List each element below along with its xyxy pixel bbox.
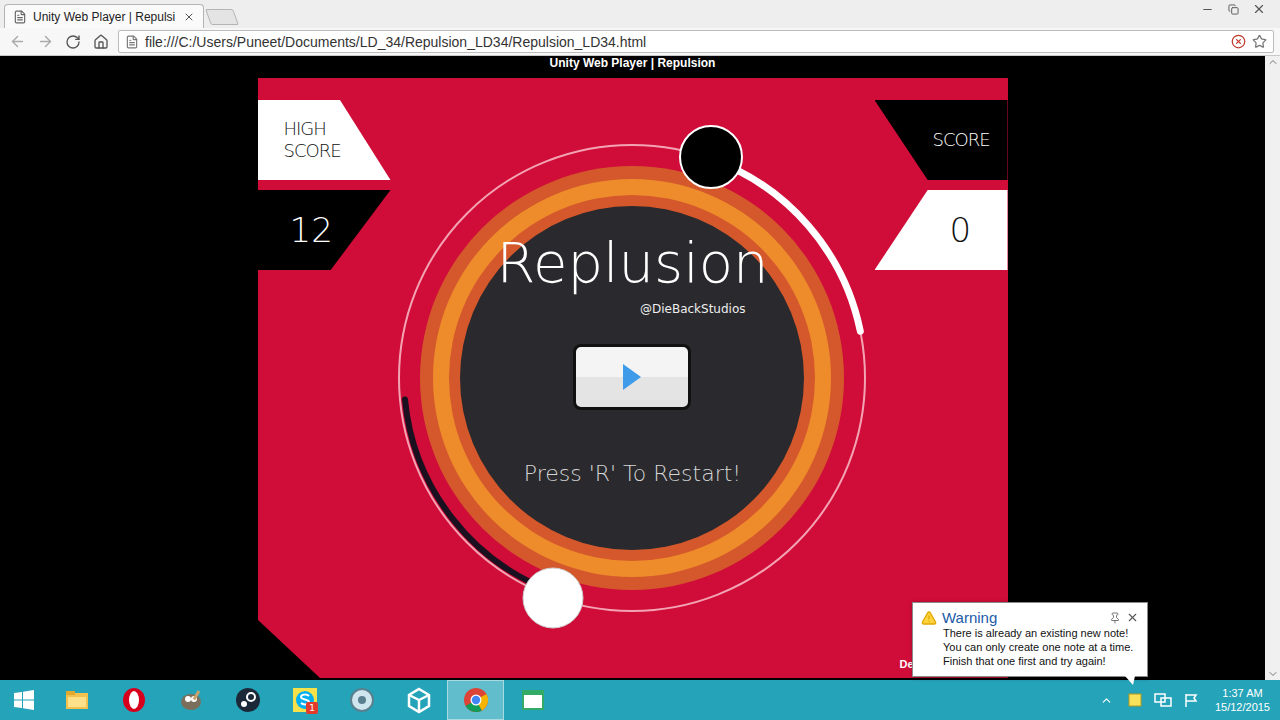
page-icon [13,10,27,24]
game-credit: @DieBackStudios [640,301,746,317]
opera-icon [120,686,148,714]
taskbar-app[interactable]: 1 [276,680,333,720]
window-controls [1194,0,1280,18]
clock-time: 1:37 AM [1222,686,1262,700]
forward-arrow-icon [37,33,54,50]
scroll-down-icon[interactable] [1267,668,1279,680]
title-bar: Unity Web Player | Repulsi [0,0,1280,28]
home-icon [93,34,109,50]
high-score-label: HIGH [258,118,326,140]
game-title: Replusion [258,230,1008,296]
clock[interactable]: 1:37 AM15/12/2015 [1209,686,1280,714]
minimize-button[interactable] [1194,0,1220,18]
screen: Unity Web Player | Repulsi file:///C:/Use… [0,0,1280,720]
page-content: Unity Web Player | RepulsionHIGHSCORE12S… [0,56,1265,680]
notification-line: You can only create one note at a time. [921,640,1139,654]
sticky-note-icon [1127,692,1143,708]
notification-header: Warning [921,609,1139,626]
address-bar[interactable]: file:///C:/Users/Puneet/Documents/LD_34/… [118,30,1274,53]
bookmark-star-icon[interactable] [1252,34,1267,49]
taskbar-app[interactable] [390,680,447,720]
close-tab-icon[interactable] [183,11,195,23]
unity-icon [405,686,433,714]
notification-line: Finish that one first and try again! [921,654,1139,668]
close-notification-icon[interactable] [1126,611,1139,624]
chevron-up-icon [1100,694,1113,707]
flag-icon [1183,692,1199,708]
notification-pointer [1125,676,1135,685]
page-area: Unity Web Player | RepulsionHIGHSCORE12S… [0,56,1280,680]
score-label: SCORE [875,129,990,151]
taskbar-app[interactable] [105,680,162,720]
restore-button[interactable] [1220,0,1246,18]
notification-title: Warning [942,609,1104,626]
minimize-icon [1201,3,1214,16]
corner-shape [258,620,320,678]
home-button[interactable] [90,31,112,53]
high-score-label-panel: HIGHSCORE [258,100,391,180]
scrollbar[interactable] [1265,56,1280,680]
taskbar-app[interactable] [333,680,390,720]
orbit-ring [399,145,865,611]
warning-icon [921,610,937,626]
close-icon [1252,2,1266,16]
high-score-label: SCORE [258,140,341,162]
network-tray-button[interactable] [1153,690,1173,710]
address-text: file:///C:/Users/Puneet/Documents/LD_34/… [145,34,1225,50]
play-button[interactable] [573,344,691,410]
warning-notification: WarningThere is already an existing new … [912,602,1148,677]
new-tab-button[interactable] [205,9,239,25]
taskbar-app[interactable] [162,680,219,720]
taskbar-app[interactable] [504,680,561,720]
reload-icon [65,34,81,50]
show-hidden-icons-button[interactable] [1097,690,1117,710]
window-app-icon [519,686,547,714]
high-score-panel: 12 [258,190,391,270]
taskbar-app[interactable] [219,680,276,720]
notification-line: There is already an existing new note! [921,626,1139,640]
black-ball [680,126,742,188]
white-ball [523,568,583,628]
back-button[interactable] [6,31,28,53]
score-label-panel: SCORE [875,100,1008,180]
action-center-button[interactable] [1181,690,1201,710]
toolbar: file:///C:/Users/Puneet/Documents/LD_34/… [0,28,1280,56]
game-canvas[interactable]: HIGHSCORE12SCORE0Replusion@DieBackStudio… [258,78,1008,678]
pin-icon[interactable] [1109,612,1121,624]
reload-button[interactable] [62,31,84,53]
back-arrow-icon [9,33,26,50]
taskbar: 1 1:37 AM15/12/2015 [0,680,1280,720]
system-tray: 1:37 AM15/12/2015 [1097,680,1280,720]
sticky-note-tray-button[interactable] [1125,690,1145,710]
file-explorer-icon [63,686,91,714]
score-panel: 0 [875,190,1008,270]
network-icon [1154,692,1172,708]
outer-ring [420,166,844,590]
gimp-icon [177,686,205,714]
restore-icon [1228,4,1239,15]
scroll-up-icon[interactable] [1267,56,1279,68]
chrome-icon [462,686,490,714]
clock-date: 15/12/2015 [1215,700,1270,714]
close-window-button[interactable] [1246,0,1272,18]
taskbar-app[interactable] [48,680,105,720]
page-icon [125,35,139,49]
blocked-content-icon[interactable] [1231,34,1246,49]
tab-label: Unity Web Player | Repulsi [33,10,177,24]
browser-tab[interactable]: Unity Web Player | Repulsi [4,4,204,28]
dark-trail [405,400,555,593]
steam-icon [234,686,262,714]
disc-app-icon [348,686,376,714]
taskbar-app[interactable] [447,680,504,720]
forward-button[interactable] [34,31,56,53]
app-badge: 1 [306,702,318,714]
high-score-value: 12 [258,210,333,250]
restart-hint: Press 'R' To Restart! [258,458,1008,490]
score-value: 0 [875,210,972,250]
windows-logo-icon [14,690,34,710]
start-button[interactable] [0,680,48,720]
page-header: Unity Web Player | Repulsion [550,56,716,78]
play-icon [621,362,643,392]
